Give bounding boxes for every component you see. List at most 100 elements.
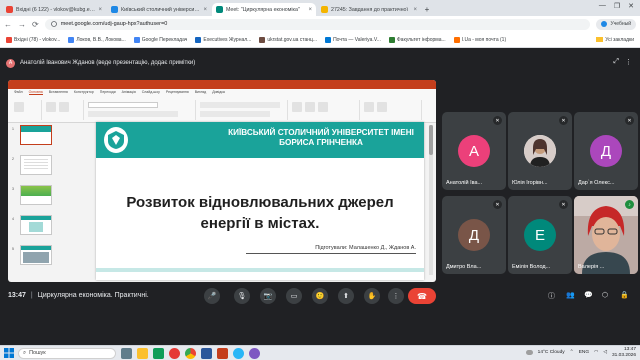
participant-tile[interactable]: ✕ Юлія Ігорівн... [508,112,572,190]
close-tab-icon[interactable]: × [308,7,312,13]
tray-overflow-icon[interactable]: ⌃ [570,350,574,355]
participant-avatar: Д [458,219,490,251]
browser-tab-university[interactable]: Київський столичний університет × [107,3,211,16]
new-slide-icon[interactable] [46,102,56,112]
ribbon-tab-design[interactable]: Конструктор [74,90,94,95]
captions-cc-button[interactable]: ▭ [286,288,302,304]
scroll-thumb[interactable] [429,125,433,155]
people-icon[interactable]: 👥 [566,291,575,299]
slide-scrollbar[interactable] [429,125,433,275]
ribbon-tab-review[interactable]: Рецензування [166,90,189,95]
slide-thumbnail[interactable] [20,215,52,235]
telegram-icon[interactable] [233,347,244,359]
close-window-button[interactable]: ✕ [628,2,634,10]
close-tab-icon[interactable]: × [413,7,417,13]
alignment-buttons[interactable] [200,111,270,117]
all-bookmarks-button[interactable]: Усі закладки [596,37,634,43]
bookmark-item[interactable]: Почта — Valeriya.V... [325,36,381,43]
browser-tab-assignment[interactable]: 27245: Завдання до практичної × [317,3,421,16]
word-icon[interactable] [201,347,212,359]
file-explorer-icon[interactable] [137,347,148,359]
new-tab-button[interactable]: + [422,3,432,16]
activities-icon[interactable]: ⬡ [602,291,608,299]
address-bar[interactable]: meet.google.com/udj-gaup-hpx?authuser=0 [44,18,591,30]
ribbon-tab-transitions[interactable]: Переходи [100,90,116,95]
bookmark-item[interactable]: Локов, В.В., Локова... [68,36,126,43]
bookmark-item[interactable]: Факультет інформа... [388,36,446,43]
slide-thumbnail[interactable] [20,245,52,265]
participant-tile[interactable]: Д ✕ Дмитро Вла... [442,196,506,274]
current-slide: КИЇВСЬКИЙ СТОЛИЧНИЙ УНІВЕРСИТЕТ ІМЕНІ БО… [96,122,424,280]
ribbon-tab-animations[interactable]: Анімація [122,90,136,95]
ribbon-tab-insert[interactable]: Вставлення [49,90,68,95]
participant-tile-video[interactable]: ♪ Валерія ... [574,196,638,274]
taskbar-search[interactable]: ⌕ Пошук [18,347,116,359]
language-indicator[interactable]: ENG [579,350,589,355]
format-buttons[interactable] [88,111,178,117]
chrome-icon[interactable] [185,347,196,359]
participant-tile[interactable]: Д ✕ Дар`я Олекс... [574,112,638,190]
slide-thumbnail[interactable] [20,155,52,175]
mic-button[interactable]: 🎙 [234,288,250,304]
designer-icon[interactable] [364,102,374,112]
captions-button[interactable]: 🎤 [204,288,220,304]
bookmark-item[interactable]: Google Перекладач [133,36,187,43]
profile-button[interactable]: Учебный [596,18,636,30]
participant-tile[interactable]: Е ✕ Емілія Волод... [508,196,572,274]
volume-icon[interactable]: ◁ [603,350,607,355]
taskbar-clock[interactable]: 13:47 31.03.2026 [612,347,636,358]
chat-icon[interactable]: 💬 [584,291,593,299]
shapes-icon[interactable] [292,102,302,112]
participant-tile[interactable]: А ✕ Анатолій Іва... [442,112,506,190]
fullscreen-icon[interactable]: ⤢ [613,58,619,66]
quick-styles-icon[interactable] [318,102,328,112]
bookmark-item[interactable]: ukrstat.gov.ua станц... [259,36,317,43]
maximize-button[interactable]: ❐ [614,2,620,10]
more-options-button[interactable]: ⋮ [388,288,404,304]
browser-tab-gmail[interactable]: Вхідні (6 122) - vlokov@kubg.edu × [2,3,106,16]
windows-start-icon[interactable] [4,348,14,358]
raise-hand-button[interactable]: ✋ [364,288,380,304]
leave-call-button[interactable]: ☎ [408,288,436,304]
shared-presentation[interactable]: Файл Основна Вставлення Конструктор Пере… [8,80,436,282]
viber-icon[interactable] [249,347,260,359]
paragraph-buttons[interactable] [200,102,280,108]
ribbon-tab-view[interactable]: Вигляд [195,90,206,95]
clock-date: 31.03.2026 [611,352,636,358]
task-view-icon[interactable] [121,347,132,359]
layout-icon[interactable] [59,102,69,112]
site-info-icon[interactable] [50,21,57,27]
back-icon[interactable]: ← [4,20,12,29]
font-selector[interactable] [88,102,158,108]
arrange-icon[interactable] [305,102,315,112]
slide-thumbnail[interactable] [20,185,52,205]
bookmark-item[interactable]: Executives Журнал... [195,36,251,43]
weather-text[interactable]: 14°C Cloudy [538,350,565,355]
opera-icon[interactable] [169,347,180,359]
ribbon-tab-file[interactable]: Файл [14,90,23,95]
camera-button[interactable]: 📷 [260,288,276,304]
minimize-button[interactable]: — [599,2,606,10]
edge-icon[interactable] [153,347,164,359]
paste-icon[interactable] [14,102,24,112]
reload-icon[interactable]: ⟳ [32,20,39,29]
ribbon-tab-slideshow[interactable]: Слайд-шоу [142,90,160,95]
assignment-favicon-icon [321,6,328,13]
forward-icon[interactable]: → [18,20,26,29]
close-tab-icon[interactable]: × [203,7,207,13]
copilot-icon[interactable] [377,102,387,112]
host-controls-icon[interactable]: 🔒 [620,291,629,299]
slide-thumbnail[interactable] [20,125,52,145]
close-tab-icon[interactable]: × [98,7,102,13]
bookmark-item[interactable]: Вхідні (78) - vlokov... [6,36,60,43]
browser-tab-meet[interactable]: Meet: "Циркулярна економіка" × [212,3,316,16]
ribbon-tab-help[interactable]: Довідка [212,90,225,95]
present-button[interactable]: ⬆ [338,288,354,304]
more-options-icon[interactable]: ⋮ [625,58,632,66]
ribbon-tab-home[interactable]: Основна [28,90,43,95]
wifi-icon[interactable]: ◠ [594,350,598,355]
bookmark-item[interactable]: I.Ua - моя почта (1) [453,36,506,43]
reactions-button[interactable]: 🙂 [312,288,328,304]
meeting-details-icon[interactable]: ⓘ [548,291,555,301]
powerpoint-icon[interactable] [217,347,228,359]
